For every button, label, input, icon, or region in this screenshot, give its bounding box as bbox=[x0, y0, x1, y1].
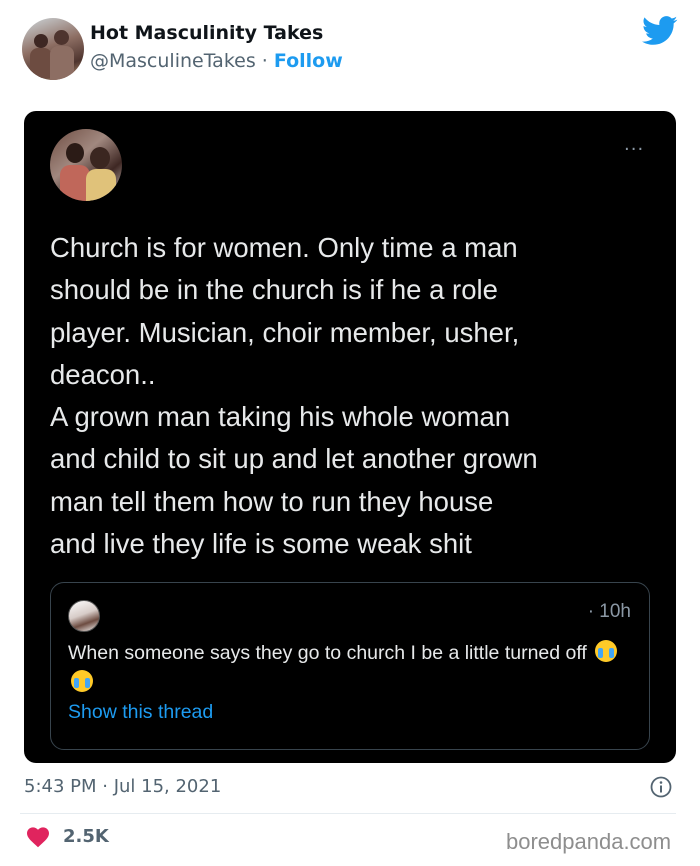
quoted-tweet: · 10h When someone says they go to churc… bbox=[50, 582, 650, 750]
tweet-timestamp[interactable]: 5:43 PM · Jul 15, 2021 bbox=[24, 776, 221, 797]
quoted-avatar bbox=[68, 600, 100, 632]
quoted-text-block: When someone says they go to church I be… bbox=[68, 638, 628, 698]
handle-row: @MasculineTakes · Follow bbox=[90, 50, 343, 72]
embedded-tweet-screenshot[interactable]: ··· Church is for women. Only time a man… bbox=[24, 111, 676, 763]
follow-button[interactable]: Follow bbox=[274, 50, 343, 72]
watermark: boredpanda.com bbox=[506, 829, 672, 854]
heart-icon[interactable] bbox=[26, 826, 50, 848]
divider bbox=[20, 813, 676, 814]
twitter-bird-icon[interactable] bbox=[642, 16, 678, 46]
profile-avatar[interactable] bbox=[22, 18, 84, 80]
like-count: 2.5K bbox=[63, 826, 109, 847]
show-thread-link: Show this thread bbox=[68, 701, 214, 723]
quoted-text: When someone says they go to church I be… bbox=[68, 642, 587, 664]
handle[interactable]: @MasculineTakes bbox=[90, 50, 256, 72]
display-name[interactable]: Hot Masculinity Takes bbox=[90, 22, 323, 44]
quoted-time: · 10h bbox=[587, 601, 631, 622]
loudly-crying-face-icon bbox=[71, 670, 93, 692]
more-options-icon: ··· bbox=[624, 139, 645, 160]
inner-tweet-text: Church is for women. Only time a man sho… bbox=[50, 232, 538, 560]
separator: · bbox=[255, 50, 274, 72]
info-icon[interactable] bbox=[650, 776, 672, 798]
inner-avatar bbox=[50, 129, 122, 201]
loudly-crying-face-icon bbox=[595, 640, 618, 662]
